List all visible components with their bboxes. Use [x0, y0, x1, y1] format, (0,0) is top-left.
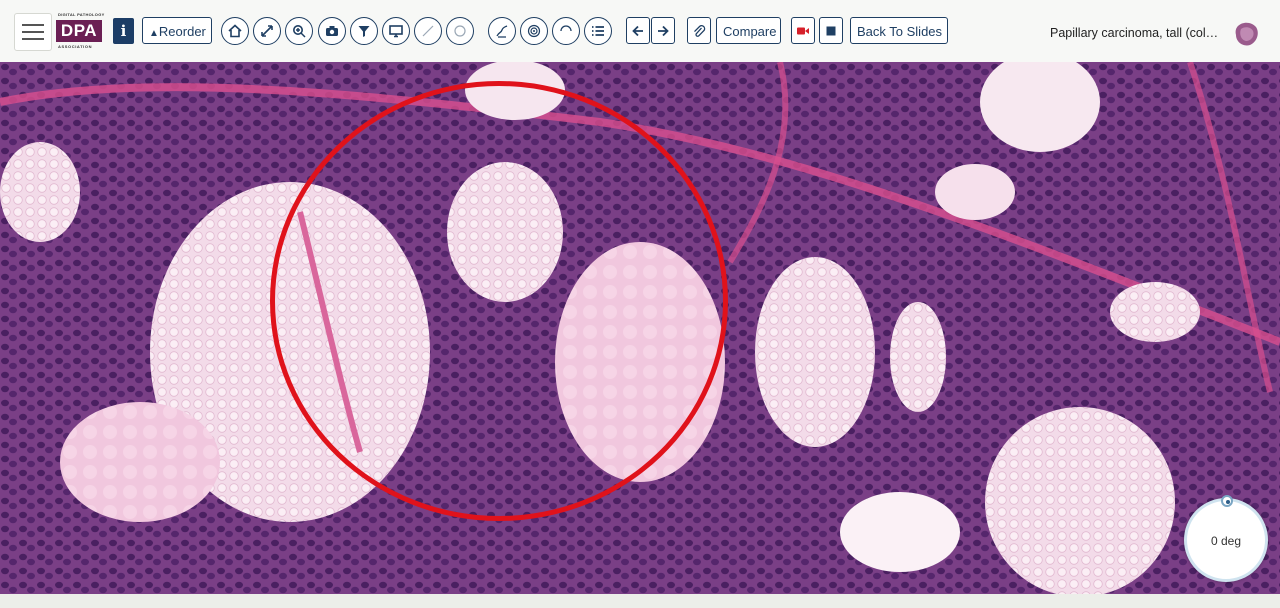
list-button[interactable] — [584, 17, 612, 45]
annotation-circle[interactable] — [270, 81, 728, 521]
logo-main: DPA — [56, 20, 102, 42]
rotation-knob[interactable] — [1221, 495, 1233, 507]
arrow-right-icon — [658, 25, 669, 36]
attach-button[interactable] — [687, 17, 711, 44]
top-toolbar: DIGITAL PATHOLOGY DPA ASSOCIATION i ▲︎Re… — [0, 0, 1280, 63]
filter-button[interactable] — [350, 17, 378, 45]
previous-button[interactable] — [626, 17, 650, 44]
spiral-icon — [527, 24, 541, 38]
back-to-slides-button[interactable]: Back To Slides — [850, 17, 948, 44]
spiral-tool-button[interactable] — [520, 17, 548, 45]
fullscreen-icon — [261, 25, 273, 37]
draw-tool-button[interactable] — [488, 17, 516, 45]
circle-tool-button[interactable] — [446, 17, 474, 45]
record-icon — [797, 27, 809, 34]
paperclip-icon — [694, 24, 706, 37]
list-icon — [592, 26, 604, 36]
line-tool-button[interactable] — [414, 17, 442, 45]
compare-button[interactable]: Compare — [716, 17, 781, 44]
logo-line2: ASSOCIATION — [58, 44, 93, 49]
slide-title: Papillary carcinoma, tall (columnar cell… — [1050, 26, 1225, 40]
monitor-icon — [389, 25, 403, 38]
zoom-button[interactable] — [285, 17, 313, 45]
arrow-left-icon — [632, 25, 643, 36]
reorder-button[interactable]: ▲︎Reorder — [142, 17, 212, 44]
monitor-button[interactable] — [382, 17, 410, 45]
home-icon — [228, 24, 242, 38]
slide-viewer[interactable] — [0, 62, 1280, 594]
rotation-label: 0 deg — [1210, 534, 1242, 548]
reorder-label: Reorder — [158, 24, 206, 39]
draw-icon — [496, 25, 508, 38]
menu-button[interactable] — [14, 13, 52, 51]
circle-icon — [454, 25, 466, 37]
zoom-icon — [293, 25, 306, 38]
camera-icon — [326, 26, 338, 36]
next-button[interactable] — [651, 17, 675, 44]
sort-icon: ▲︎ — [149, 28, 159, 39]
eraser-icon — [560, 25, 572, 32]
stop-button[interactable] — [819, 17, 843, 44]
eraser-tool-button[interactable] — [552, 17, 580, 45]
rotation-control[interactable]: 0 deg — [1184, 495, 1268, 582]
snapshot-button[interactable] — [318, 17, 346, 45]
filter-icon — [358, 26, 370, 37]
stop-icon — [826, 26, 836, 35]
info-button[interactable]: i — [113, 18, 134, 44]
home-button[interactable] — [221, 17, 249, 45]
dpa-logo: DIGITAL PATHOLOGY DPA ASSOCIATION — [56, 12, 104, 50]
slide-thumbnail[interactable] — [1232, 20, 1260, 48]
line-icon — [422, 25, 434, 37]
record-button[interactable] — [791, 17, 815, 44]
logo-line1: DIGITAL PATHOLOGY — [58, 12, 105, 17]
fullscreen-button[interactable] — [253, 17, 281, 45]
